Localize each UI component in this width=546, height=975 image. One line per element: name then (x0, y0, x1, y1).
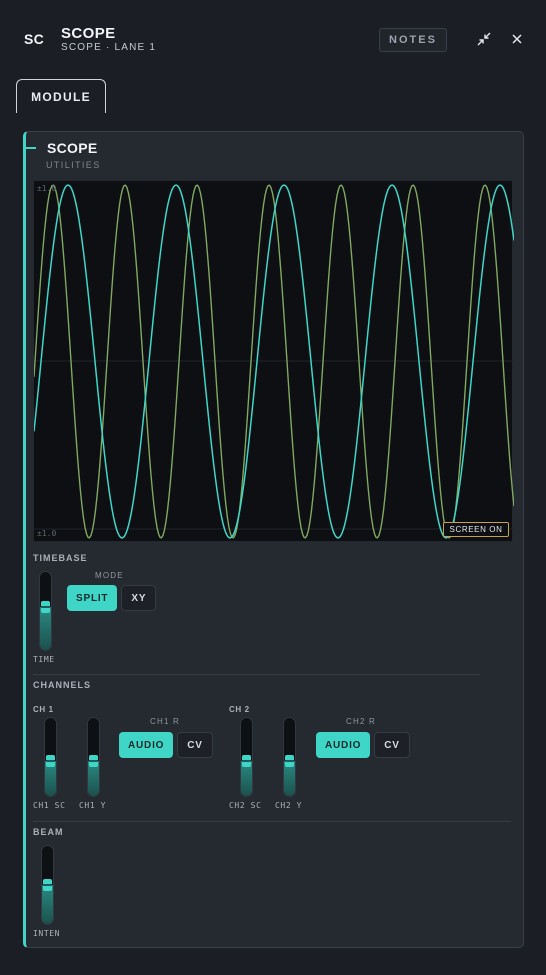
time-fader[interactable] (39, 571, 52, 651)
module-category: UTILITIES (46, 160, 101, 170)
ch2-r-cv-button[interactable]: CV (374, 732, 410, 758)
module-title: SCOPE (47, 140, 98, 156)
ch1-r-audio-button[interactable]: AUDIO (119, 732, 174, 758)
time-fader-knob[interactable] (41, 601, 50, 614)
ch1-sc-fader[interactable] (44, 717, 57, 797)
ch2-group-label: CH 2 (229, 705, 250, 714)
ch2-sc-fader-knob[interactable] (242, 754, 251, 767)
ch1-r-label: CH1 R (150, 717, 181, 726)
channels-section-label: CHANNELS (33, 680, 92, 690)
ch2-sc-fader[interactable] (240, 717, 253, 797)
ch1-sc-label: CH1 SC (33, 801, 66, 810)
mode-selector: SPLIT XY (67, 585, 157, 611)
inten-fader-knob[interactable] (43, 879, 52, 891)
ch2-r-selector: AUDIO CV (316, 732, 410, 758)
module-code-badge: SC (24, 31, 45, 47)
tab-module[interactable]: MODULE (16, 79, 106, 113)
ch2-y-fader-knob[interactable] (285, 754, 294, 767)
ch1-y-fader[interactable] (87, 717, 100, 797)
scope-traces (34, 184, 514, 539)
ch1-group-label: CH 1 (33, 705, 54, 714)
window-header: SC SCOPE SCOPE · LANE 1 NOTES (0, 0, 546, 78)
ch2-r-audio-button[interactable]: AUDIO (316, 732, 371, 758)
inten-fader[interactable] (41, 845, 54, 925)
ch1-y-fader-knob[interactable] (89, 754, 98, 767)
window-subtitle: SCOPE · LANE 1 (61, 42, 157, 53)
collapse-icon (477, 32, 491, 46)
mode-split-button[interactable]: SPLIT (67, 585, 118, 611)
ch1-sc-fader-knob[interactable] (46, 754, 55, 767)
timebase-section-label: TIMEBASE (33, 553, 88, 563)
close-button[interactable] (508, 30, 526, 48)
ch1-r-selector: AUDIO CV (119, 732, 213, 758)
beam-section-label: BEAM (33, 827, 64, 837)
time-fader-fill (40, 607, 51, 650)
ch2-r-label: CH2 R (346, 717, 377, 726)
screen-on-toggle[interactable]: SCREEN ON (443, 522, 509, 537)
module-accent-tick (26, 147, 36, 149)
inten-label: INTEN (33, 929, 61, 938)
window-title: SCOPE (61, 25, 116, 42)
scope-scale-bottom: ±1.0 (37, 529, 57, 538)
notes-button[interactable]: NOTES (379, 28, 447, 52)
mode-label: MODE (95, 571, 124, 580)
ch1-y-label: CH1 Y (79, 801, 107, 810)
ch2-sc-label: CH2 SC (229, 801, 262, 810)
mode-xy-button[interactable]: XY (121, 585, 157, 611)
divider (33, 821, 511, 822)
scope-display[interactable] (33, 180, 514, 542)
ch1-r-cv-button[interactable]: CV (177, 732, 213, 758)
divider (33, 674, 480, 675)
collapse-button[interactable] (475, 30, 493, 48)
ch2-y-fader[interactable] (283, 717, 296, 797)
close-icon (512, 34, 522, 44)
scope-scale-top: ±1.0 (37, 184, 57, 193)
ch2-y-label: CH2 Y (275, 801, 303, 810)
time-label: TIME (33, 655, 55, 664)
